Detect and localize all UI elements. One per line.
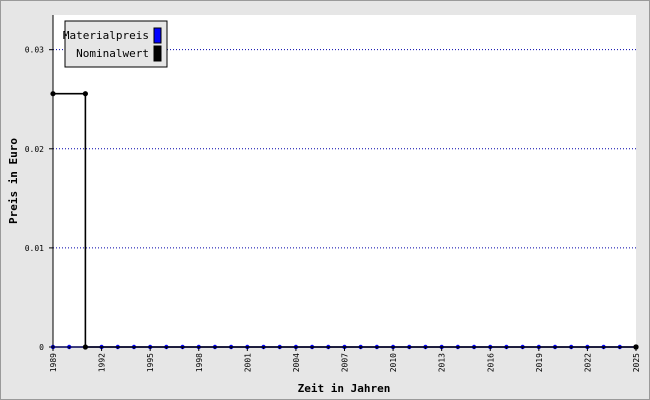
data-point-nominalwert (82, 91, 88, 97)
x-tick-labels: 1989 1992 1995 1998 2001 2004 2007 2010 2013 2016… (49, 353, 641, 372)
x-tick-label: 2004 (292, 353, 301, 372)
y-axis-title: Preis in Euro (7, 138, 20, 224)
y-tick-label: 0.03 (25, 46, 44, 55)
y-tick-label: 0.02 (25, 145, 44, 154)
x-tick-label: 2025 (632, 353, 641, 372)
y-tick-label: 0 (39, 343, 44, 352)
x-tick-label: 2007 (341, 353, 350, 372)
y-tick-labels: 0 0.01 0.02 0.03 (25, 46, 44, 352)
x-tick-label: 1992 (98, 353, 107, 372)
legend-label-nominalwert: Nominalwert (76, 47, 149, 60)
x-tick-label: 2013 (438, 353, 447, 372)
x-tick-label: 2016 (486, 353, 495, 372)
y-tick-label: 0.01 (25, 244, 44, 253)
legend-swatch-nominalwert (153, 45, 162, 62)
x-tick-label: 1989 (49, 353, 58, 372)
x-tick-label: 2019 (535, 353, 544, 372)
x-tick-label: 2010 (389, 353, 398, 372)
x-tick-label: 1998 (195, 353, 204, 372)
x-tick-label: 1995 (146, 353, 155, 372)
legend-box (64, 20, 168, 68)
x-tick-label: 2001 (243, 353, 252, 372)
legend-label-materialpreis: Materialpreis (63, 29, 149, 42)
line-chart: 0 0.01 0.02 0.03 1989 1992 1995 1998 2001 2004 20… (7, 15, 641, 395)
x-axis-title: Zeit in Jahren (298, 382, 391, 395)
x-tick-label: 2022 (583, 353, 592, 372)
legend: Materialpreis Nominalwert (63, 20, 168, 68)
legend-swatch-materialpreis (153, 27, 162, 44)
